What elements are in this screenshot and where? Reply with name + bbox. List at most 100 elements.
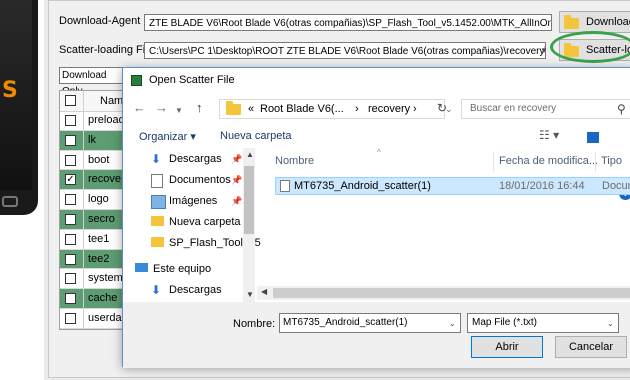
partition-row[interactable]: secro [60, 210, 128, 230]
nav-item-label: Este equipo [153, 263, 212, 275]
nav-item[interactable]: ⬇ Descargas 📌 [131, 150, 243, 168]
partition-checkbox[interactable] [65, 253, 76, 265]
download-agent-button[interactable]: Download A [559, 11, 630, 33]
filetype-dropdown-icon[interactable]: ⌄ [607, 319, 614, 328]
nav-item[interactable]: SP_Flash_Tool_v5 [131, 234, 261, 252]
documents-icon [151, 174, 163, 188]
file-name: MT6735_Android_scatter(1) [294, 180, 431, 192]
partition-row[interactable]: system [60, 269, 128, 290]
partition-row[interactable]: ✓ recove [60, 170, 128, 191]
select-all-checkbox[interactable] [65, 95, 76, 106]
column-divider [83, 91, 84, 111]
phone-home-button [2, 196, 18, 207]
pin-icon[interactable]: 📌 [231, 192, 242, 210]
view-options-icon[interactable]: ☷ ▾ [539, 128, 559, 142]
scroll-left-icon[interactable]: ◀ [261, 287, 267, 296]
open-scatter-dialog: Open Scatter File ← → ▼ ↑ « Root Blade V… [122, 67, 630, 368]
new-folder-button[interactable]: Nueva carpeta [220, 130, 292, 142]
nav-item[interactable]: ⬇ Descargas [131, 281, 243, 299]
nav-item[interactable]: Imágenes 📌 [131, 192, 243, 210]
breadcrumb-parent[interactable]: Root Blade V6(... [260, 100, 344, 118]
forward-arrow-icon[interactable]: → [155, 101, 168, 115]
partition-row[interactable]: tee2 [60, 249, 128, 270]
partition-checkbox[interactable] [65, 214, 76, 225]
column-divider [83, 170, 84, 190]
partition-checkbox[interactable] [65, 313, 76, 324]
nav-item[interactable]: Documentos 📌 [131, 171, 243, 189]
partition-name: preload [88, 114, 125, 126]
address-bar[interactable]: « Root Blade V6(... › recovery › [219, 99, 445, 119]
navigation-scroll-thumb[interactable] [244, 166, 254, 234]
breadcrumb-current[interactable]: recovery [368, 100, 410, 118]
partition-checkbox[interactable] [65, 273, 76, 285]
folder-icon [226, 101, 241, 115]
nav-item-label: Descargas [169, 284, 222, 296]
partition-name: cache [88, 292, 118, 305]
dialog-footer [123, 302, 630, 368]
partition-row[interactable]: logo [60, 190, 128, 210]
breadcrumb-separator[interactable]: › [413, 100, 417, 118]
scatter-dropdown-icon[interactable]: ▼ [540, 46, 548, 55]
column-divider [83, 289, 84, 308]
folder-icon [151, 237, 164, 247]
partition-row[interactable]: lk [60, 130, 128, 151]
column-divider [83, 269, 84, 289]
up-arrow-icon[interactable]: ↑ [196, 101, 203, 115]
refresh-icon[interactable]: ↻ [437, 101, 447, 115]
partition-row[interactable]: userda [60, 309, 128, 329]
partition-checkbox[interactable] [65, 293, 76, 305]
phone-logo: S [2, 78, 18, 103]
download-mode-select[interactable]: Download Only [59, 67, 127, 97]
download-agent-field[interactable]: ZTE BLADE V6\Root Blade V6(otras compañi… [144, 14, 552, 31]
nav-item-label: Imágenes [169, 195, 218, 207]
cancel-button[interactable]: Cancelar [555, 336, 627, 358]
name-column-header[interactable]: Nombre [275, 152, 314, 174]
download-agent-label: Download-Agent [59, 15, 141, 27]
scatter-file-field[interactable]: C:\Users\PC 1\Desktop\ROOT ZTE BLADE V6\… [144, 42, 546, 59]
organize-button[interactable]: Organizar ▾ [139, 130, 196, 143]
partition-row[interactable]: boot [60, 150, 128, 171]
nav-item-label: Documentos [169, 174, 231, 186]
filetype-select[interactable]: Map File (*.txt) [467, 313, 619, 333]
search-icon[interactable]: ⚲ [617, 102, 626, 116]
scatter-file-label: Scatter-loading File [59, 44, 154, 56]
highlight-ring [550, 31, 630, 63]
partition-name: logo [88, 193, 109, 206]
pin-icon[interactable]: 📌 [231, 171, 242, 189]
pin-icon[interactable]: 📌 [231, 150, 242, 168]
partition-row[interactable]: preload [60, 111, 128, 131]
search-input[interactable]: Buscar en recovery [461, 99, 630, 119]
horizontal-scroll-thumb[interactable] [273, 288, 630, 298]
column-divider [83, 111, 84, 130]
filename-input[interactable]: MT6735_Android_scatter(1) [279, 313, 461, 333]
download-arrow-icon: ⬇ [151, 152, 162, 166]
partition-checkbox[interactable] [65, 233, 76, 245]
nav-item[interactable]: Este equipo [131, 260, 243, 278]
file-row[interactable]: MT6735_Android_scatter(1) 18/01/2016 16:… [275, 177, 630, 195]
filename-dropdown-icon[interactable]: ⌄ [449, 319, 456, 328]
partition-checkbox[interactable] [65, 154, 76, 166]
partition-row[interactable]: tee1 [60, 229, 128, 250]
file-type: Docun [602, 180, 630, 192]
column-divider [83, 130, 84, 150]
pictures-icon [151, 195, 166, 209]
partition-row[interactable]: cache [60, 289, 128, 309]
partition-checkbox[interactable] [65, 194, 76, 206]
scroll-down-icon[interactable]: ▼ [246, 290, 254, 299]
type-column-header[interactable]: Tipo [601, 152, 622, 174]
partition-name: tee1 [88, 232, 110, 245]
back-arrow-icon[interactable]: ← [133, 101, 146, 115]
text-file-icon [280, 180, 290, 192]
date-column-header[interactable]: Fecha de modifica... [499, 152, 598, 174]
nav-item[interactable]: Nueva carpeta [131, 213, 243, 231]
scroll-up-icon[interactable]: ▲ [246, 150, 254, 159]
recent-dropdown-icon[interactable]: ▼ [175, 104, 183, 118]
partition-checkbox[interactable] [65, 134, 76, 146]
open-button[interactable]: Abrir [471, 336, 543, 358]
partition-table: Nam preload lk boot ✓ recove logo secro tee1 tee… [59, 90, 129, 330]
partition-checkbox[interactable]: ✓ [65, 174, 76, 186]
file-date: 18/01/2016 16:44 [499, 180, 585, 192]
partition-checkbox[interactable] [65, 115, 76, 126]
preview-pane-icon[interactable] [587, 132, 599, 143]
breadcrumb-separator[interactable]: › [355, 100, 359, 118]
